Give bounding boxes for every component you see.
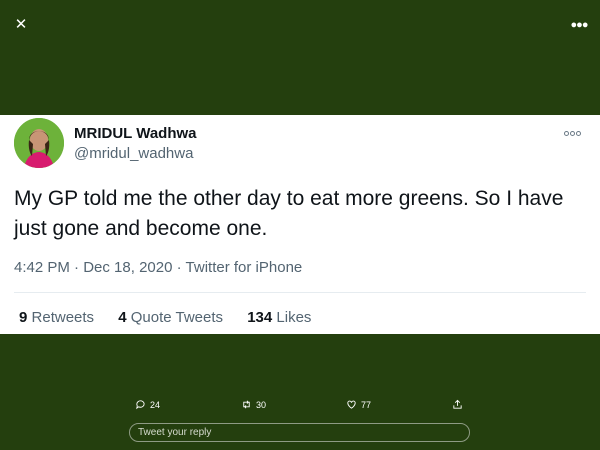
separator: · (176, 259, 182, 276)
share-icon (453, 399, 462, 409)
retweets-count: 9 (19, 309, 28, 326)
quote-tweets-stat[interactable]: 4 Quote Tweets (118, 309, 223, 326)
more-horizontal-icon[interactable]: ●●● (570, 16, 589, 34)
share-button[interactable] (452, 399, 463, 410)
tweet-text: My GP told me the other day to eat more … (14, 187, 564, 240)
reply-button[interactable]: 24 (135, 399, 160, 410)
user-handle[interactable]: @mridul_wadhwa (74, 145, 193, 162)
likes-label: Likes (276, 309, 312, 326)
more-horizontal-icon[interactable] (564, 123, 584, 137)
retweet-count: 30 (256, 399, 267, 410)
action-bar: 24 30 77 (0, 399, 600, 413)
display-name[interactable]: MRIDUL Wadhwa (74, 125, 197, 142)
top-bar: ✕ ●●● (0, 0, 600, 115)
quote-tweets-label: Quote Tweets (130, 309, 224, 326)
close-icon[interactable]: ✕ (12, 16, 30, 34)
likes-count: 134 (247, 309, 273, 326)
quote-tweets-count: 4 (118, 309, 127, 326)
divider (14, 292, 586, 293)
tweet-card: MRIDUL Wadhwa @mridul_wadhwa My GP told … (0, 115, 600, 334)
likes-stat[interactable]: 134 Likes (247, 309, 311, 326)
reply-icon (136, 400, 145, 410)
separator: · (74, 259, 80, 276)
tweet-source[interactable]: Twitter for iPhone (186, 259, 303, 276)
like-count: 77 (361, 399, 372, 410)
tweet-meta: 4:42 PM · Dec 18, 2020 · Twitter for iPh… (14, 259, 302, 276)
tweet-time[interactable]: 4:42 PM (14, 259, 70, 276)
tweet-stats: 9 Retweets 4 Quote Tweets 134 Likes (19, 309, 331, 326)
heart-icon (347, 400, 356, 409)
retweets-label: Retweets (31, 309, 95, 326)
reply-input[interactable]: Tweet your reply (129, 423, 470, 442)
like-button[interactable]: 77 (346, 399, 371, 410)
retweets-stat[interactable]: 9 Retweets (19, 309, 94, 326)
avatar[interactable] (14, 118, 64, 168)
retweet-icon (243, 400, 250, 409)
retweet-button[interactable]: 30 (241, 399, 266, 410)
reply-count: 24 (150, 399, 161, 410)
tweet-date[interactable]: Dec 18, 2020 (83, 259, 172, 276)
